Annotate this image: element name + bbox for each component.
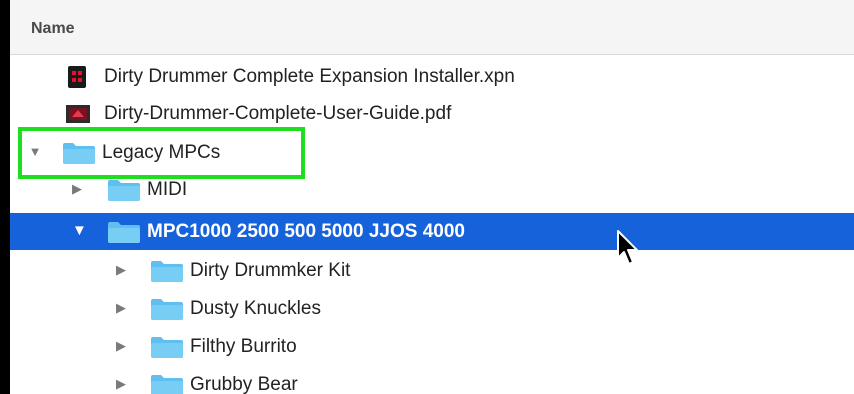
disclosure-collapsed-icon[interactable]: ▶ — [114, 375, 128, 393]
folder-icon — [150, 298, 184, 320]
list-item-label: Grubby Bear — [190, 374, 298, 394]
list-item-dusty-knuckles[interactable]: ▶ Dusty Knuckles — [10, 290, 854, 327]
list-item-pdf-file[interactable]: Dirty-Drummer-Complete-User-Guide.pdf — [10, 95, 854, 132]
list-item-label: Filthy Burrito — [190, 336, 297, 357]
folder-icon — [150, 336, 184, 358]
folder-icon — [107, 179, 141, 201]
list-item-label: Legacy MPCs — [102, 142, 221, 163]
list-item-xpn-file[interactable]: Dirty Drummer Complete Expansion Install… — [10, 58, 854, 95]
list-item-midi[interactable]: ▶ MIDI — [10, 171, 854, 208]
xpn-file-icon — [64, 66, 98, 88]
folder-icon — [62, 142, 96, 164]
list-item-label: MIDI — [147, 179, 188, 200]
list-item-label: Dirty Drummer Complete Expansion Install… — [104, 66, 515, 87]
disclosure-collapsed-icon[interactable]: ▶ — [114, 299, 128, 317]
folder-icon — [150, 260, 184, 282]
folder-icon — [107, 221, 141, 243]
mouse-pointer-icon — [615, 228, 643, 268]
pdf-file-icon — [64, 103, 98, 125]
disclosure-collapsed-icon[interactable]: ▶ — [114, 337, 128, 355]
folder-icon — [150, 374, 184, 394]
list-item-legacy-mpcs[interactable]: ▼ Legacy MPCs — [10, 134, 854, 171]
list-item-label: MPC1000 2500 500 5000 JJOS 4000 — [147, 221, 465, 242]
list-item-filthy-burrito[interactable]: ▶ Filthy Burrito — [10, 328, 854, 365]
list-item-mpc1000-folder[interactable]: ▼ MPC1000 2500 500 5000 JJOS 4000 — [10, 213, 854, 250]
list-item-label: Dusty Knuckles — [190, 298, 321, 319]
list-item-label: Dirty Drummker Kit — [190, 260, 351, 281]
name-column-header[interactable]: Name — [31, 20, 75, 38]
column-header: Name — [10, 0, 854, 55]
list-item-label: Dirty-Drummer-Complete-User-Guide.pdf — [104, 103, 452, 124]
disclosure-collapsed-icon[interactable]: ▶ — [70, 180, 84, 198]
disclosure-expanded-icon[interactable]: ▼ — [28, 143, 42, 161]
finder-list-window: Name Dirty Drummer Complete Expansion In… — [10, 0, 854, 394]
list-item-dirty-drummker-kit[interactable]: ▶ Dirty Drummker Kit — [10, 252, 854, 289]
list-item-grubby-bear[interactable]: ▶ Grubby Bear — [10, 366, 854, 394]
disclosure-expanded-icon[interactable]: ▼ — [72, 222, 87, 240]
disclosure-collapsed-icon[interactable]: ▶ — [114, 261, 128, 279]
